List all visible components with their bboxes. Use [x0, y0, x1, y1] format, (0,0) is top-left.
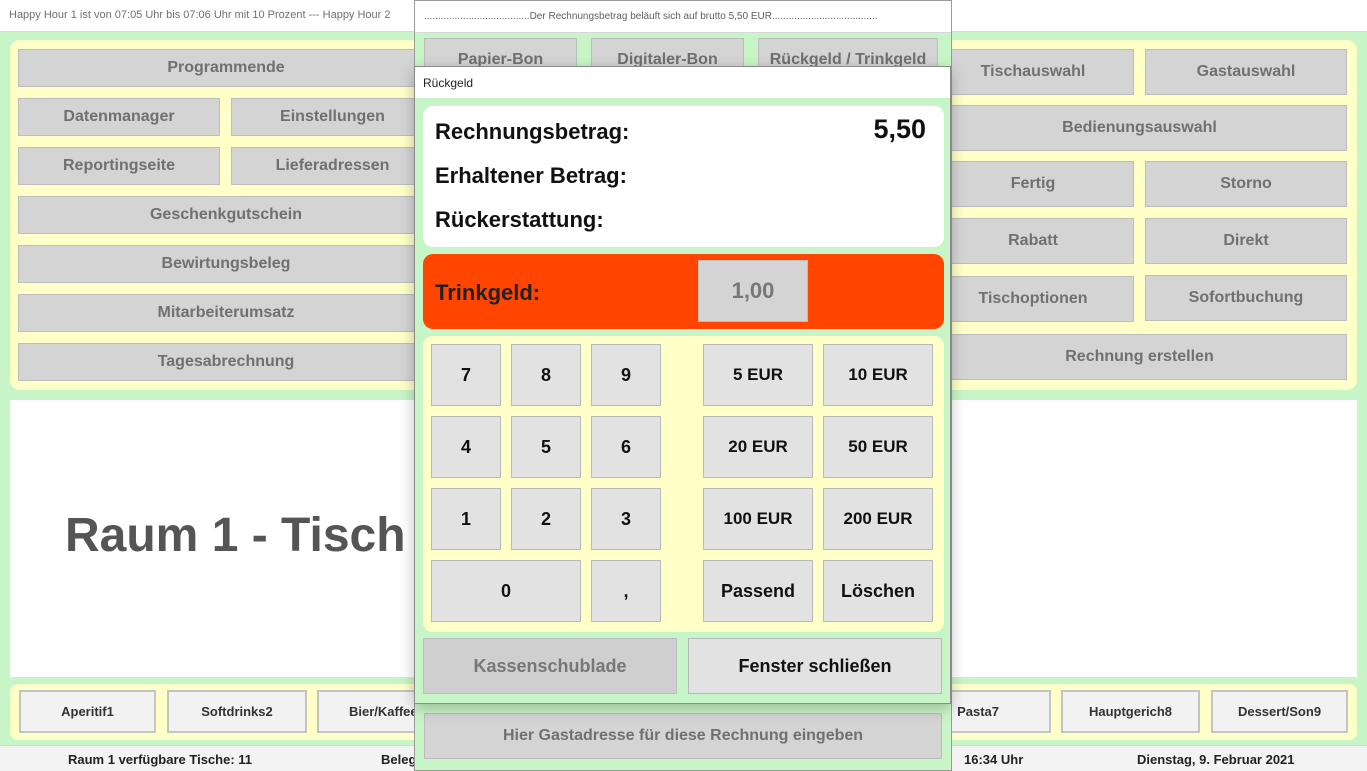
bewirtungsbeleg-button[interactable]: Bewirtungsbeleg	[18, 245, 434, 283]
trinkgeld-label: Trinkgeld:	[435, 280, 541, 305]
erhaltener-betrag-label: Erhaltener Betrag:	[435, 163, 627, 188]
date-status: Dienstag, 9. Februar 2021	[1137, 752, 1295, 767]
rechnungsbetrag-label: Rechnungsbetrag:	[435, 119, 630, 144]
rueckerstattung-label: Rückerstattung:	[435, 207, 604, 232]
amount-info-box: Rechnungsbetrag: 5,50 Erhaltener Betrag:…	[423, 106, 944, 247]
rueckgeld-dialog: Rückgeld Rechnungsbetrag: 5,50 Erhaltene…	[414, 66, 951, 704]
trinkgeld-box: Trinkgeld: 1,00	[423, 254, 944, 329]
key-comma[interactable]: ,	[591, 560, 661, 622]
trinkgeld-input[interactable]: 1,00	[698, 260, 808, 322]
storno-button[interactable]: Storno	[1145, 161, 1347, 207]
datenmanager-button[interactable]: Datenmanager	[18, 98, 220, 136]
fenster-schliessen-button[interactable]: Fenster schließen	[688, 638, 942, 694]
passend-button[interactable]: Passend	[703, 560, 813, 622]
time-status: 16:34 Uhr	[964, 752, 1024, 767]
key-5[interactable]: 5	[511, 416, 581, 478]
fertig-button[interactable]: Fertig	[932, 161, 1134, 207]
rechnung-erstellen-button[interactable]: Rechnung erstellen	[932, 334, 1347, 380]
key-8[interactable]: 8	[511, 344, 581, 406]
category-softdrinks-button[interactable]: Softdrinks2	[167, 690, 307, 733]
gastauswahl-button[interactable]: Gastauswahl	[1145, 49, 1347, 95]
amount-5-eur-button[interactable]: 5 EUR	[703, 344, 813, 406]
amount-200-eur-button[interactable]: 200 EUR	[823, 488, 933, 550]
mitarbeiterumsatz-button[interactable]: Mitarbeiterumsatz	[18, 294, 434, 332]
beleg-status: Beleg	[381, 752, 417, 767]
dialog-title: Rückgeld	[415, 67, 950, 98]
loeschen-button[interactable]: Löschen	[823, 560, 933, 622]
rabatt-button[interactable]: Rabatt	[932, 218, 1134, 264]
bedienungsauswahl-button[interactable]: Bedienungsauswahl	[932, 105, 1347, 151]
rechnungsbetrag-value: 5,50	[873, 114, 926, 144]
amount-100-eur-button[interactable]: 100 EUR	[703, 488, 813, 550]
programmende-button[interactable]: Programmende	[18, 49, 434, 87]
key-9[interactable]: 9	[591, 344, 661, 406]
key-4[interactable]: 4	[431, 416, 501, 478]
category-aperitif-button[interactable]: Aperitif1	[19, 690, 156, 733]
geschenkgutschein-button[interactable]: Geschenkgutschein	[18, 196, 434, 234]
key-3[interactable]: 3	[591, 488, 661, 550]
sofortbuchung-button[interactable]: Sofortbuchung	[1145, 275, 1347, 321]
key-7[interactable]: 7	[431, 344, 501, 406]
amount-50-eur-button[interactable]: 50 EUR	[823, 416, 933, 478]
amount-10-eur-button[interactable]: 10 EUR	[823, 344, 933, 406]
tagesabrechnung-button[interactable]: Tagesabrechnung	[18, 343, 434, 381]
reportingseite-button[interactable]: Reportingseite	[18, 147, 220, 185]
rechnung-window-title: ......................................De…	[415, 1, 951, 33]
room-table-title: Raum 1 - Tisch	[65, 509, 406, 562]
category-dessert-button[interactable]: Dessert/Son9	[1211, 690, 1348, 733]
available-tables-status: Raum 1 verfügbare Tische: 11	[68, 752, 253, 767]
category-hauptgericht-button[interactable]: Hauptgerich8	[1061, 690, 1200, 733]
direkt-button[interactable]: Direkt	[1145, 218, 1347, 264]
key-6[interactable]: 6	[591, 416, 661, 478]
key-0[interactable]: 0	[431, 560, 581, 622]
kassenschublade-button[interactable]: Kassenschublade	[423, 638, 677, 694]
key-1[interactable]: 1	[431, 488, 501, 550]
tischauswahl-button[interactable]: Tischauswahl	[932, 49, 1134, 95]
amount-20-eur-button[interactable]: 20 EUR	[703, 416, 813, 478]
einstellungen-button[interactable]: Einstellungen	[231, 98, 434, 136]
gastadresse-button[interactable]: Hier Gastadresse für diese Rechnung eing…	[424, 713, 942, 759]
lieferadressen-button[interactable]: Lieferadressen	[231, 147, 434, 185]
tischoptionen-button[interactable]: Tischoptionen	[932, 276, 1134, 322]
key-2[interactable]: 2	[511, 488, 581, 550]
